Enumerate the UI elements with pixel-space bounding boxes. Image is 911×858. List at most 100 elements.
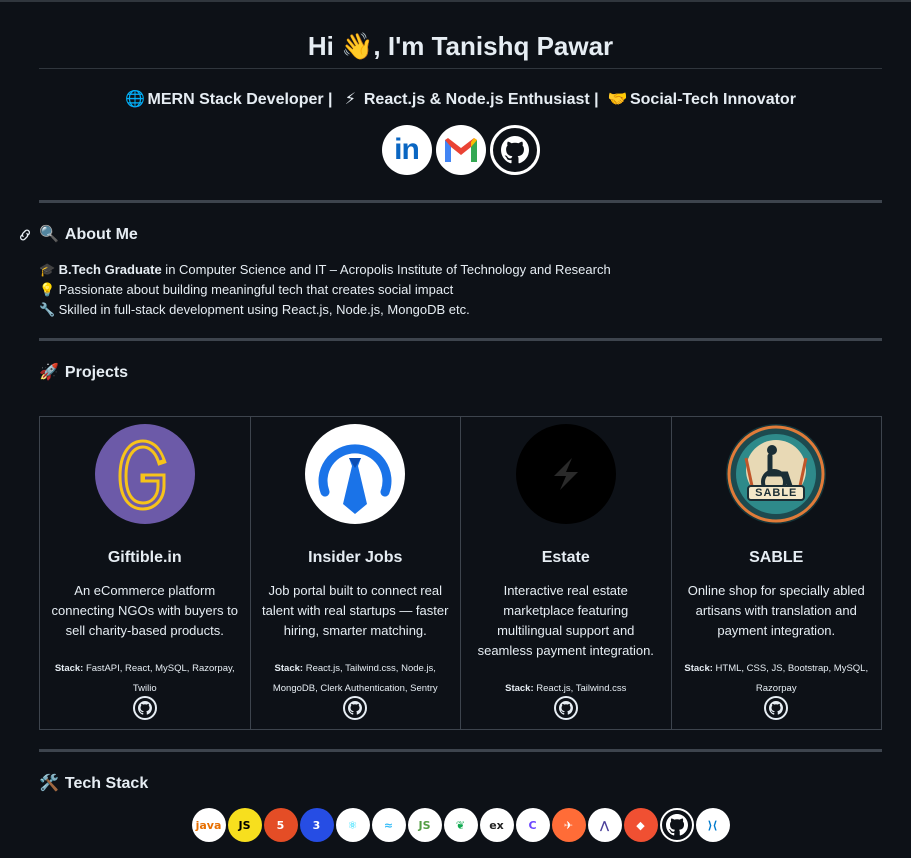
github-link[interactable] [489,125,540,175]
subtitle-enthusiast: React.js & Node.js Enthusiast | [363,91,599,108]
github-icon [348,701,363,715]
project-stack: Stack: HTML, CSS, JS, Bootstrap, MySQL, … [680,659,874,699]
about-list: 🎓 B.Tech Graduate in Computer Science an… [39,260,611,320]
projects-heading-text: Projects [64,364,129,381]
mongodb-icon-label: ❦ [455,818,466,832]
css3-icon[interactable]: 3 [299,808,334,842]
html5-icon[interactable]: 5 [263,808,298,842]
react-icon[interactable]: ⚛ [335,808,370,842]
stack-list: HTML, CSS, JS, Bootstrap, MySQL, Razorpa… [715,663,869,694]
project-name: Insider Jobs [308,549,403,566]
link-anchor-icon[interactable] [18,228,32,242]
projects-heading: 🚀 Projects [39,362,128,384]
gmail-icon [444,138,477,162]
subtitle-innovator: Social-Tech Innovator [629,91,796,108]
project-description: Interactive real estate marketplace feat… [477,583,654,658]
html5-icon-label: 5 [276,818,285,832]
section-divider [39,338,882,341]
project-description: Job portal built to connect real talent … [262,583,449,638]
lightning-icon: ⚡ [344,91,357,108]
java-icon-label: java [195,818,222,832]
top-border [0,0,911,2]
sable-logo-text: SABLE [755,487,798,499]
vscode-icon[interactable]: ⟩⟨ [695,808,730,842]
stack-label: Stack: [505,683,534,694]
vscode-icon-label: ⟩⟨ [707,818,718,832]
javascript-icon[interactable]: JS [227,808,262,842]
git-icon[interactable]: ◆ [623,808,658,842]
express-icon-label: ex [489,818,504,832]
project-github-link[interactable] [764,696,789,720]
handshake-icon: 🤝 [607,91,628,108]
tech-heading-text: Tech Stack [64,775,149,792]
render-icon-label: ⋀ [599,818,610,832]
project-name: Giftible.in [107,549,182,566]
clerk-icon-label: C [528,818,537,832]
wrench-icon: 🔧 [39,302,56,317]
about-item-text: Passionate about building meaningful tec… [58,282,454,297]
react-icon-label: ⚛ [347,818,358,832]
mongodb-icon[interactable]: ❦ [443,808,478,842]
postman-icon[interactable]: ✈ [551,808,586,842]
project-stack: Stack: FastAPI, React, MySQL, Razorpay, … [48,659,242,699]
tools-icon: 🛠️ [39,775,59,792]
lightbulb-icon: 💡 [39,282,56,297]
title-divider [39,68,882,69]
about-item-skills: 🔧 Skilled in full-stack development usin… [39,300,611,320]
subtitle-role: MERN Stack Developer | [147,91,333,108]
nodejs-icon[interactable]: JS [407,808,442,842]
github-icon [137,701,152,715]
linkedin-link[interactable]: in [381,125,432,175]
linkedin-icon: in [394,133,420,166]
project-github-link[interactable] [553,696,578,720]
section-divider [39,749,882,752]
sable-logo[interactable]: SABLE [726,424,827,524]
git-icon-label: ◆ [636,818,645,832]
giftible-logo[interactable] [94,424,195,524]
tech-stack-icons: java JS 5 3 ⚛ ≈ JS ❦ ex C ✈ ⋀ ◆ ⟩⟨ [39,808,882,842]
magnifier-icon: 🔍 [39,226,59,243]
project-description: An eCommerce platform connecting NGOs wi… [51,583,238,638]
project-github-link[interactable] [343,696,368,720]
tailwind-icon[interactable]: ≈ [371,808,406,842]
stack-label: Stack: [54,663,84,674]
about-heading-text: About Me [64,226,138,243]
graduation-cap-icon: 🎓 [39,262,56,277]
about-item-bold: B.Tech Graduate [58,262,162,277]
project-github-link[interactable] [132,696,157,720]
estate-logo[interactable] [515,424,616,524]
postman-icon-label: ✈ [563,818,574,832]
about-item-education: 🎓 B.Tech Graduate in Computer Science an… [39,260,611,280]
rocket-icon: 🚀 [39,364,59,381]
render-icon[interactable]: ⋀ [587,808,622,842]
about-item-passion: 💡 Passionate about building meaningful t… [39,280,611,300]
project-card-estate: Estate Interactive real estate marketpla… [461,417,672,729]
about-item-text: in Computer Science and IT – Acropolis I… [161,262,611,277]
github-icon [769,701,784,715]
stack-label: Stack: [274,663,304,674]
nodejs-icon-label: JS [418,818,431,832]
stack-list: React.js, Tailwind.css [536,683,627,694]
clerk-icon[interactable]: C [515,808,550,842]
projects-table: Giftible.in An eCommerce platform connec… [39,416,882,730]
javascript-icon-label: JS [238,818,251,832]
about-item-text: Skilled in full-stack development using … [58,302,470,317]
about-heading: 🔍 About Me [39,224,138,246]
css3-icon-label: 3 [312,818,321,832]
project-card-giftible: Giftible.in An eCommerce platform connec… [40,417,251,729]
social-links: in [39,125,882,175]
project-name: Estate [541,549,590,566]
java-icon[interactable]: java [191,808,226,842]
stack-label: Stack: [684,663,713,674]
project-description: Online shop for specially abled artisans… [687,583,865,638]
project-card-insider-jobs: Insider Jobs Job portal built to connect… [251,417,461,729]
insider-jobs-logo[interactable] [305,424,406,524]
project-stack: Stack: React.js, Tailwind.css, Node.js, … [259,659,453,699]
stack-list: FastAPI, React, MySQL, Razorpay, Twilio [85,663,235,694]
tailwind-icon-label: ≈ [383,818,394,832]
gmail-link[interactable] [435,125,486,175]
github-icon [500,136,529,164]
globe-icon: 🌐 [125,91,145,108]
express-icon[interactable]: ex [479,808,514,842]
github-icon[interactable] [659,808,694,842]
